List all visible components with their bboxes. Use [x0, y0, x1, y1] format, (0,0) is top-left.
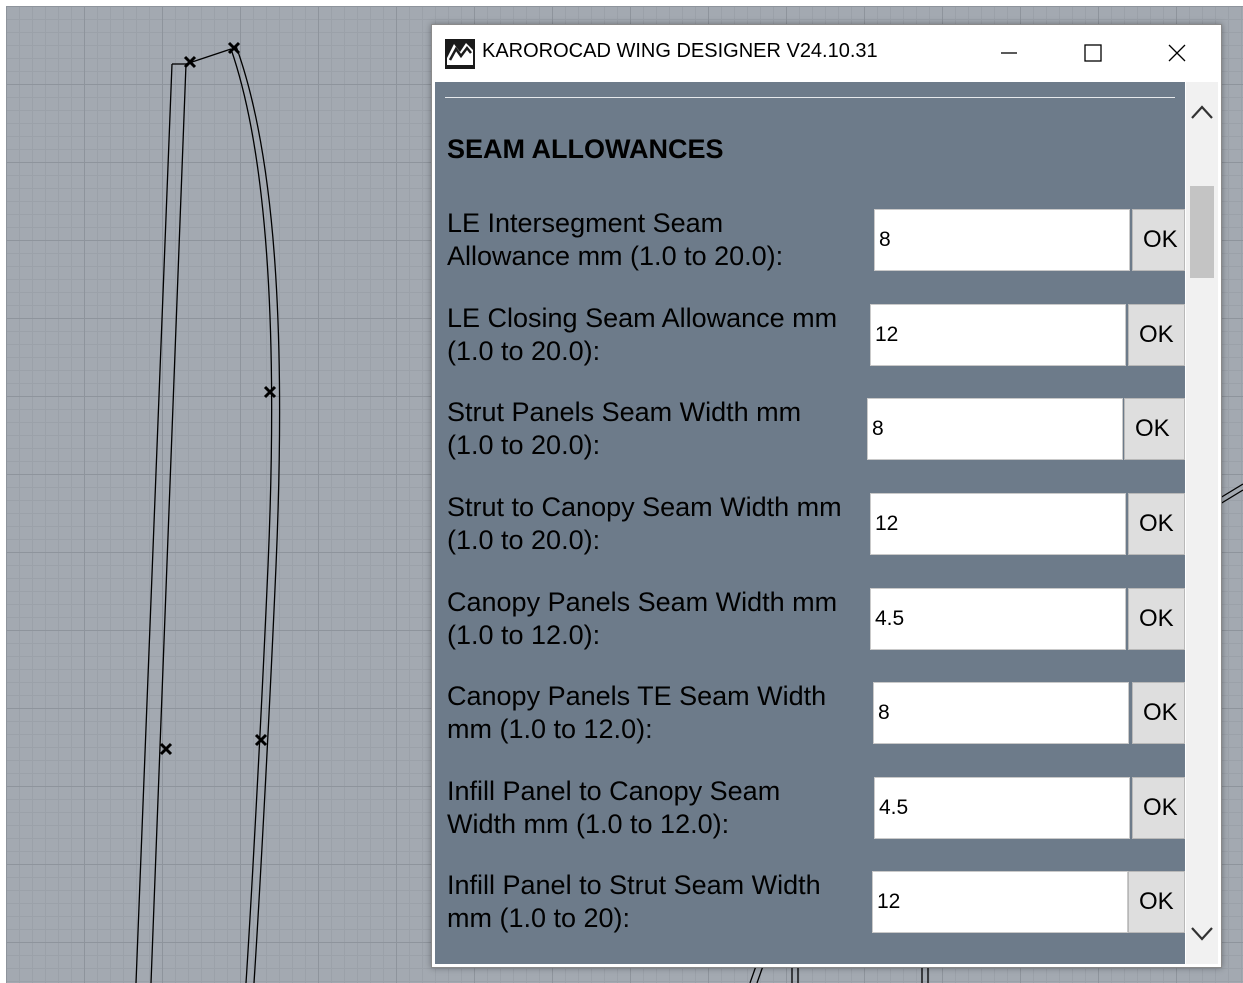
section-title: SEAM ALLOWANCES: [447, 134, 724, 164]
karorocad-logo-icon: [445, 39, 475, 69]
chevron-up-icon: [1191, 105, 1213, 119]
maximize-button[interactable]: [1051, 25, 1135, 81]
strut-panels-seam-input[interactable]: [867, 398, 1123, 460]
close-button[interactable]: [1135, 25, 1219, 81]
row-label: Strut Panels Seam Width mm (1.0 to 20.0)…: [447, 397, 802, 460]
seam-row-strut-panels: Strut Panels Seam Width mm (1.0 to 20.0)…: [435, 397, 1185, 468]
row-label: Canopy Panels TE Seam Width mm (1.0 to 1…: [447, 681, 827, 744]
canopy-te-seam-input[interactable]: [873, 682, 1129, 744]
seam-row-le-closing: LE Closing Seam Allowance mm (1.0 to 20.…: [435, 303, 1185, 374]
minimize-icon: [1001, 52, 1017, 54]
scroll-up-button[interactable]: [1186, 82, 1218, 142]
settings-panel[interactable]: SEAM ALLOWANCES LE Intersegment Seam All…: [435, 82, 1185, 964]
maximize-icon: [1084, 44, 1102, 62]
row-label: LE Closing Seam Allowance mm (1.0 to 20.…: [447, 303, 838, 366]
seam-row-infill-to-canopy: Infill Panel to Canopy Seam Width mm (1.…: [435, 776, 1185, 847]
row-label: Canopy Panels Seam Width mm (1.0 to 12.0…: [447, 587, 838, 650]
row-label: Infill Panel to Strut Seam Width mm (1.0…: [447, 870, 821, 933]
ok-button[interactable]: OK: [1128, 304, 1185, 366]
ok-button[interactable]: OK: [1128, 493, 1185, 555]
seam-row-infill-to-strut: Infill Panel to Strut Seam Width mm (1.0…: [435, 870, 1185, 941]
scroll-thumb[interactable]: [1190, 186, 1214, 278]
scroll-down-button[interactable]: [1186, 904, 1218, 964]
le-intersegment-seam-input[interactable]: [874, 209, 1130, 271]
section-divider: [445, 97, 1175, 98]
chevron-down-icon: [1191, 927, 1213, 941]
wing-designer-dialog: KAROROCAD WING DESIGNER V24.10.31 SEAM A…: [431, 24, 1222, 968]
strut-to-canopy-seam-input[interactable]: [870, 493, 1126, 555]
ok-button[interactable]: OK: [1128, 588, 1185, 650]
seam-row-canopy-panels: Canopy Panels Seam Width mm (1.0 to 12.0…: [435, 587, 1185, 658]
window-title: KAROROCAD WING DESIGNER V24.10.31: [482, 40, 878, 62]
le-closing-seam-input[interactable]: [870, 304, 1126, 366]
ok-button[interactable]: OK: [1132, 682, 1185, 744]
row-label: Infill Panel to Canopy Seam Width mm (1.…: [447, 776, 781, 839]
vertical-scrollbar[interactable]: [1186, 82, 1218, 964]
close-icon: [1168, 44, 1186, 62]
ok-button[interactable]: OK: [1124, 398, 1185, 460]
minimize-button[interactable]: [967, 25, 1051, 81]
row-label: Strut to Canopy Seam Width mm (1.0 to 20…: [447, 492, 842, 555]
canopy-panels-seam-input[interactable]: [870, 588, 1126, 650]
ok-button[interactable]: OK: [1132, 777, 1185, 839]
row-label: LE Intersegment Seam Allowance mm (1.0 t…: [447, 208, 784, 271]
seam-row-canopy-te: Canopy Panels TE Seam Width mm (1.0 to 1…: [435, 681, 1185, 752]
ok-button[interactable]: OK: [1128, 871, 1185, 933]
infill-to-canopy-seam-input[interactable]: [874, 777, 1130, 839]
seam-row-le-intersegment: LE Intersegment Seam Allowance mm (1.0 t…: [435, 208, 1185, 279]
control-point-markers: [159, 41, 277, 756]
infill-to-strut-seam-input[interactable]: [872, 871, 1128, 933]
ok-button[interactable]: OK: [1132, 209, 1185, 271]
title-bar[interactable]: KAROROCAD WING DESIGNER V24.10.31: [432, 25, 1221, 81]
seam-row-strut-to-canopy: Strut to Canopy Seam Width mm (1.0 to 20…: [435, 492, 1185, 563]
